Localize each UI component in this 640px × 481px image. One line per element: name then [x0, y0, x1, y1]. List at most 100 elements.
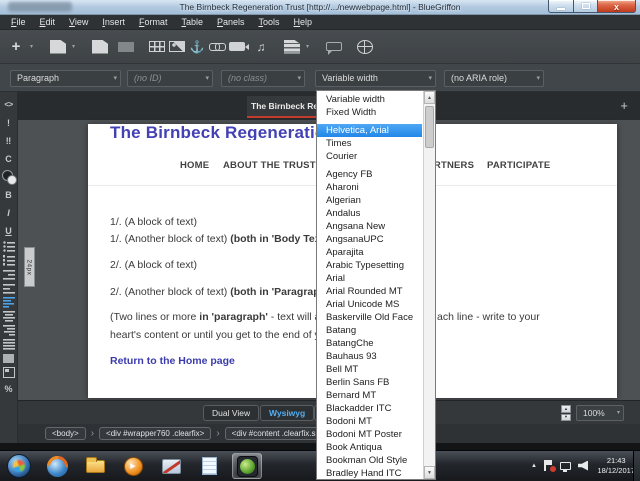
menu-item[interactable]: View	[62, 15, 95, 30]
italic-icon[interactable]: I	[0, 205, 18, 220]
media-player-icon[interactable]	[118, 453, 148, 479]
font-option[interactable]: Algerian	[317, 194, 422, 207]
menu-item[interactable]: Edit	[33, 15, 63, 30]
font-option[interactable]: Bodoni MT	[317, 415, 422, 428]
zoom-increase-button[interactable]: ▲	[561, 405, 571, 413]
taskbar-clock[interactable]: 21:43 18/12/2017	[597, 456, 635, 476]
font-option[interactable]: Berlin Sans FB	[317, 376, 422, 389]
font-option[interactable]: Angsana New	[317, 220, 422, 233]
nav-item[interactable]: PARTICIPATE	[487, 160, 550, 171]
strong-emphasis-icon[interactable]: ‼	[0, 133, 18, 148]
comment-button[interactable]	[326, 42, 342, 55]
font-option[interactable]: Bookman Old Style	[317, 454, 422, 467]
menu-item[interactable]: Table	[174, 15, 210, 30]
insert-form-button[interactable]	[284, 39, 300, 54]
menu-item[interactable]: Insert	[95, 15, 132, 30]
bluegriffon-icon[interactable]	[232, 453, 262, 479]
open-file-button[interactable]	[50, 39, 66, 54]
justify-icon[interactable]	[2, 339, 15, 350]
font-option[interactable]: Arial	[317, 272, 422, 285]
breadcrumb-node-button[interactable]: <div #wrapper760 .clearfix>	[99, 427, 212, 440]
block-element-icon[interactable]	[2, 353, 15, 364]
stop-button[interactable]	[118, 41, 134, 52]
wysiwyg-button[interactable]: Wysiwyg	[260, 405, 315, 421]
font-family-select[interactable]: Variable width	[315, 70, 436, 87]
nav-item[interactable]: ABOUT THE TRUST	[223, 160, 316, 171]
align-center-icon[interactable]	[2, 311, 15, 322]
font-option[interactable]: Batang	[317, 324, 422, 337]
breadcrumb-node-button[interactable]: <body>	[45, 427, 86, 440]
insert-anchor-button[interactable]: ⚓	[189, 38, 205, 56]
emphasis-icon[interactable]: !	[0, 115, 18, 130]
bold-icon[interactable]: B	[0, 187, 18, 202]
font-option[interactable]: Bell MT	[317, 363, 422, 376]
indent-icon[interactable]	[2, 283, 15, 294]
dropdown-scrollbar[interactable]: ▲ ▼	[423, 91, 435, 479]
start-button[interactable]	[4, 453, 34, 479]
font-option[interactable]: Bodoni MT Poster	[317, 428, 422, 441]
aria-role-select[interactable]: (no ARIA role)	[444, 70, 544, 87]
font-option[interactable]: Book Antiqua	[317, 441, 422, 454]
outdent-icon[interactable]	[2, 269, 15, 280]
insert-video-button[interactable]	[229, 42, 249, 51]
menu-item[interactable]: Format	[132, 15, 175, 30]
home-page-link[interactable]: Return to the Home page	[110, 355, 235, 367]
insert-table-button[interactable]	[149, 41, 165, 52]
action-center-flag-icon[interactable]	[544, 460, 556, 472]
maximize-button[interactable]	[573, 0, 598, 13]
font-option[interactable]: AngsanaUPC	[317, 233, 422, 246]
font-option[interactable]: Times	[317, 137, 422, 150]
scroll-down-button[interactable]: ▼	[424, 466, 435, 479]
close-button[interactable]	[597, 0, 636, 13]
menu-item[interactable]: File	[4, 15, 33, 30]
new-tab-button[interactable]: +	[620, 95, 628, 117]
font-option[interactable]: Andalus	[317, 207, 422, 220]
insert-link-button[interactable]	[209, 42, 226, 52]
font-option[interactable]: Arabic Typesetting	[317, 259, 422, 272]
zoom-level-select[interactable]: 100%	[576, 405, 624, 421]
font-option[interactable]: Aharoni	[317, 181, 422, 194]
font-option[interactable]: Bernard MT	[317, 389, 422, 402]
chevron-down-icon[interactable]: ▾	[304, 38, 311, 56]
font-option[interactable]: Arial Rounded MT	[317, 285, 422, 298]
chevron-down-icon[interactable]: ▾	[70, 38, 77, 56]
insert-image-button[interactable]	[169, 41, 185, 52]
explorer-icon[interactable]	[80, 453, 110, 479]
browser-preview-button[interactable]	[357, 39, 373, 54]
font-option[interactable]: Aparajita	[317, 246, 422, 259]
font-option[interactable]: Baskerville Old Face	[317, 311, 422, 324]
font-option[interactable]: Arial Unicode MS	[317, 298, 422, 311]
font-option[interactable]: Courier	[317, 150, 422, 163]
class-icon[interactable]: C	[0, 151, 18, 166]
font-option[interactable]: Agency FB	[317, 168, 422, 181]
font-option[interactable]: Bradley Hand ITC	[317, 467, 422, 479]
font-option[interactable]: Blackadder ITC	[317, 402, 422, 415]
dual-view-button[interactable]: Dual View	[203, 405, 260, 421]
bullet-list-icon[interactable]	[2, 241, 15, 252]
expand-tray-icon[interactable]: ▲	[531, 463, 537, 469]
new-document-button[interactable]: +	[8, 38, 24, 56]
show-desktop-button[interactable]	[633, 451, 640, 481]
network-icon[interactable]	[560, 461, 571, 472]
opacity-icon[interactable]: %	[0, 381, 18, 396]
volume-icon[interactable]	[578, 460, 588, 471]
scrollbar-thumb[interactable]	[425, 106, 434, 148]
firefox-icon[interactable]	[42, 453, 72, 479]
font-option[interactable]: BatangChe	[317, 337, 422, 350]
underline-icon[interactable]: U	[0, 223, 18, 238]
font-option[interactable]: Helvetica, Arial	[317, 124, 422, 137]
id-select[interactable]: (no ID)	[127, 70, 213, 87]
notepad-icon[interactable]	[194, 453, 224, 479]
menu-item[interactable]: Tools	[252, 15, 287, 30]
save-file-button[interactable]	[92, 39, 108, 54]
zoom-decrease-button[interactable]: ▼	[561, 413, 571, 421]
ruler-tab[interactable]: 24px	[24, 247, 35, 287]
menu-item[interactable]: Help	[287, 15, 320, 30]
numbered-list-icon[interactable]	[2, 255, 15, 266]
font-option[interactable]: Bauhaus 93	[317, 350, 422, 363]
scroll-up-button[interactable]: ▲	[424, 91, 435, 104]
font-option[interactable]: Variable width	[317, 93, 422, 106]
source-markup-icon[interactable]: <>	[0, 97, 18, 112]
align-right-icon[interactable]	[2, 325, 15, 336]
font-option[interactable]: Fixed Width	[317, 106, 422, 119]
